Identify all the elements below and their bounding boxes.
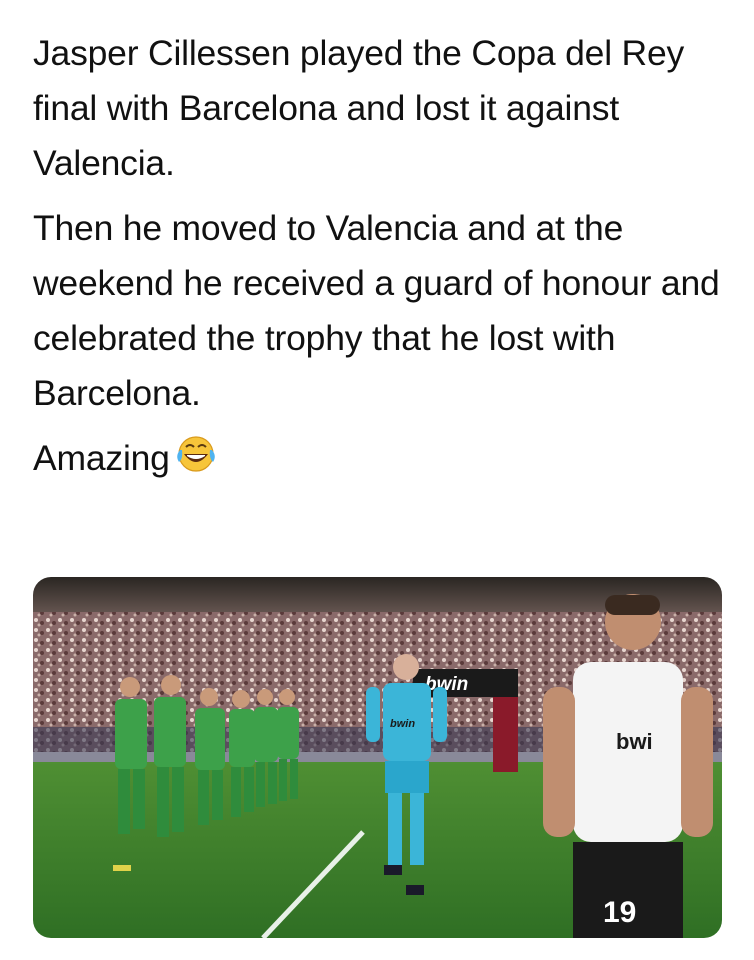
post-paragraph-3: Amazing: [33, 431, 723, 486]
player-shirt-text: bwi: [616, 729, 653, 754]
amazing-text: Amazing: [33, 438, 170, 478]
face-with-tears-of-joy-icon: [174, 432, 218, 476]
post-text: Jasper Cillessen played the Copa del Rey…: [33, 26, 723, 496]
match-photo: bwin bwin bwi 19: [33, 577, 722, 938]
keeper-shirt-text: bwin: [390, 718, 415, 730]
post-paragraph-1: Jasper Cillessen played the Copa del Rey…: [33, 33, 685, 183]
player-number: 19: [603, 896, 636, 929]
post-paragraph-2: Then he moved to Valencia and at the wee…: [33, 208, 720, 413]
